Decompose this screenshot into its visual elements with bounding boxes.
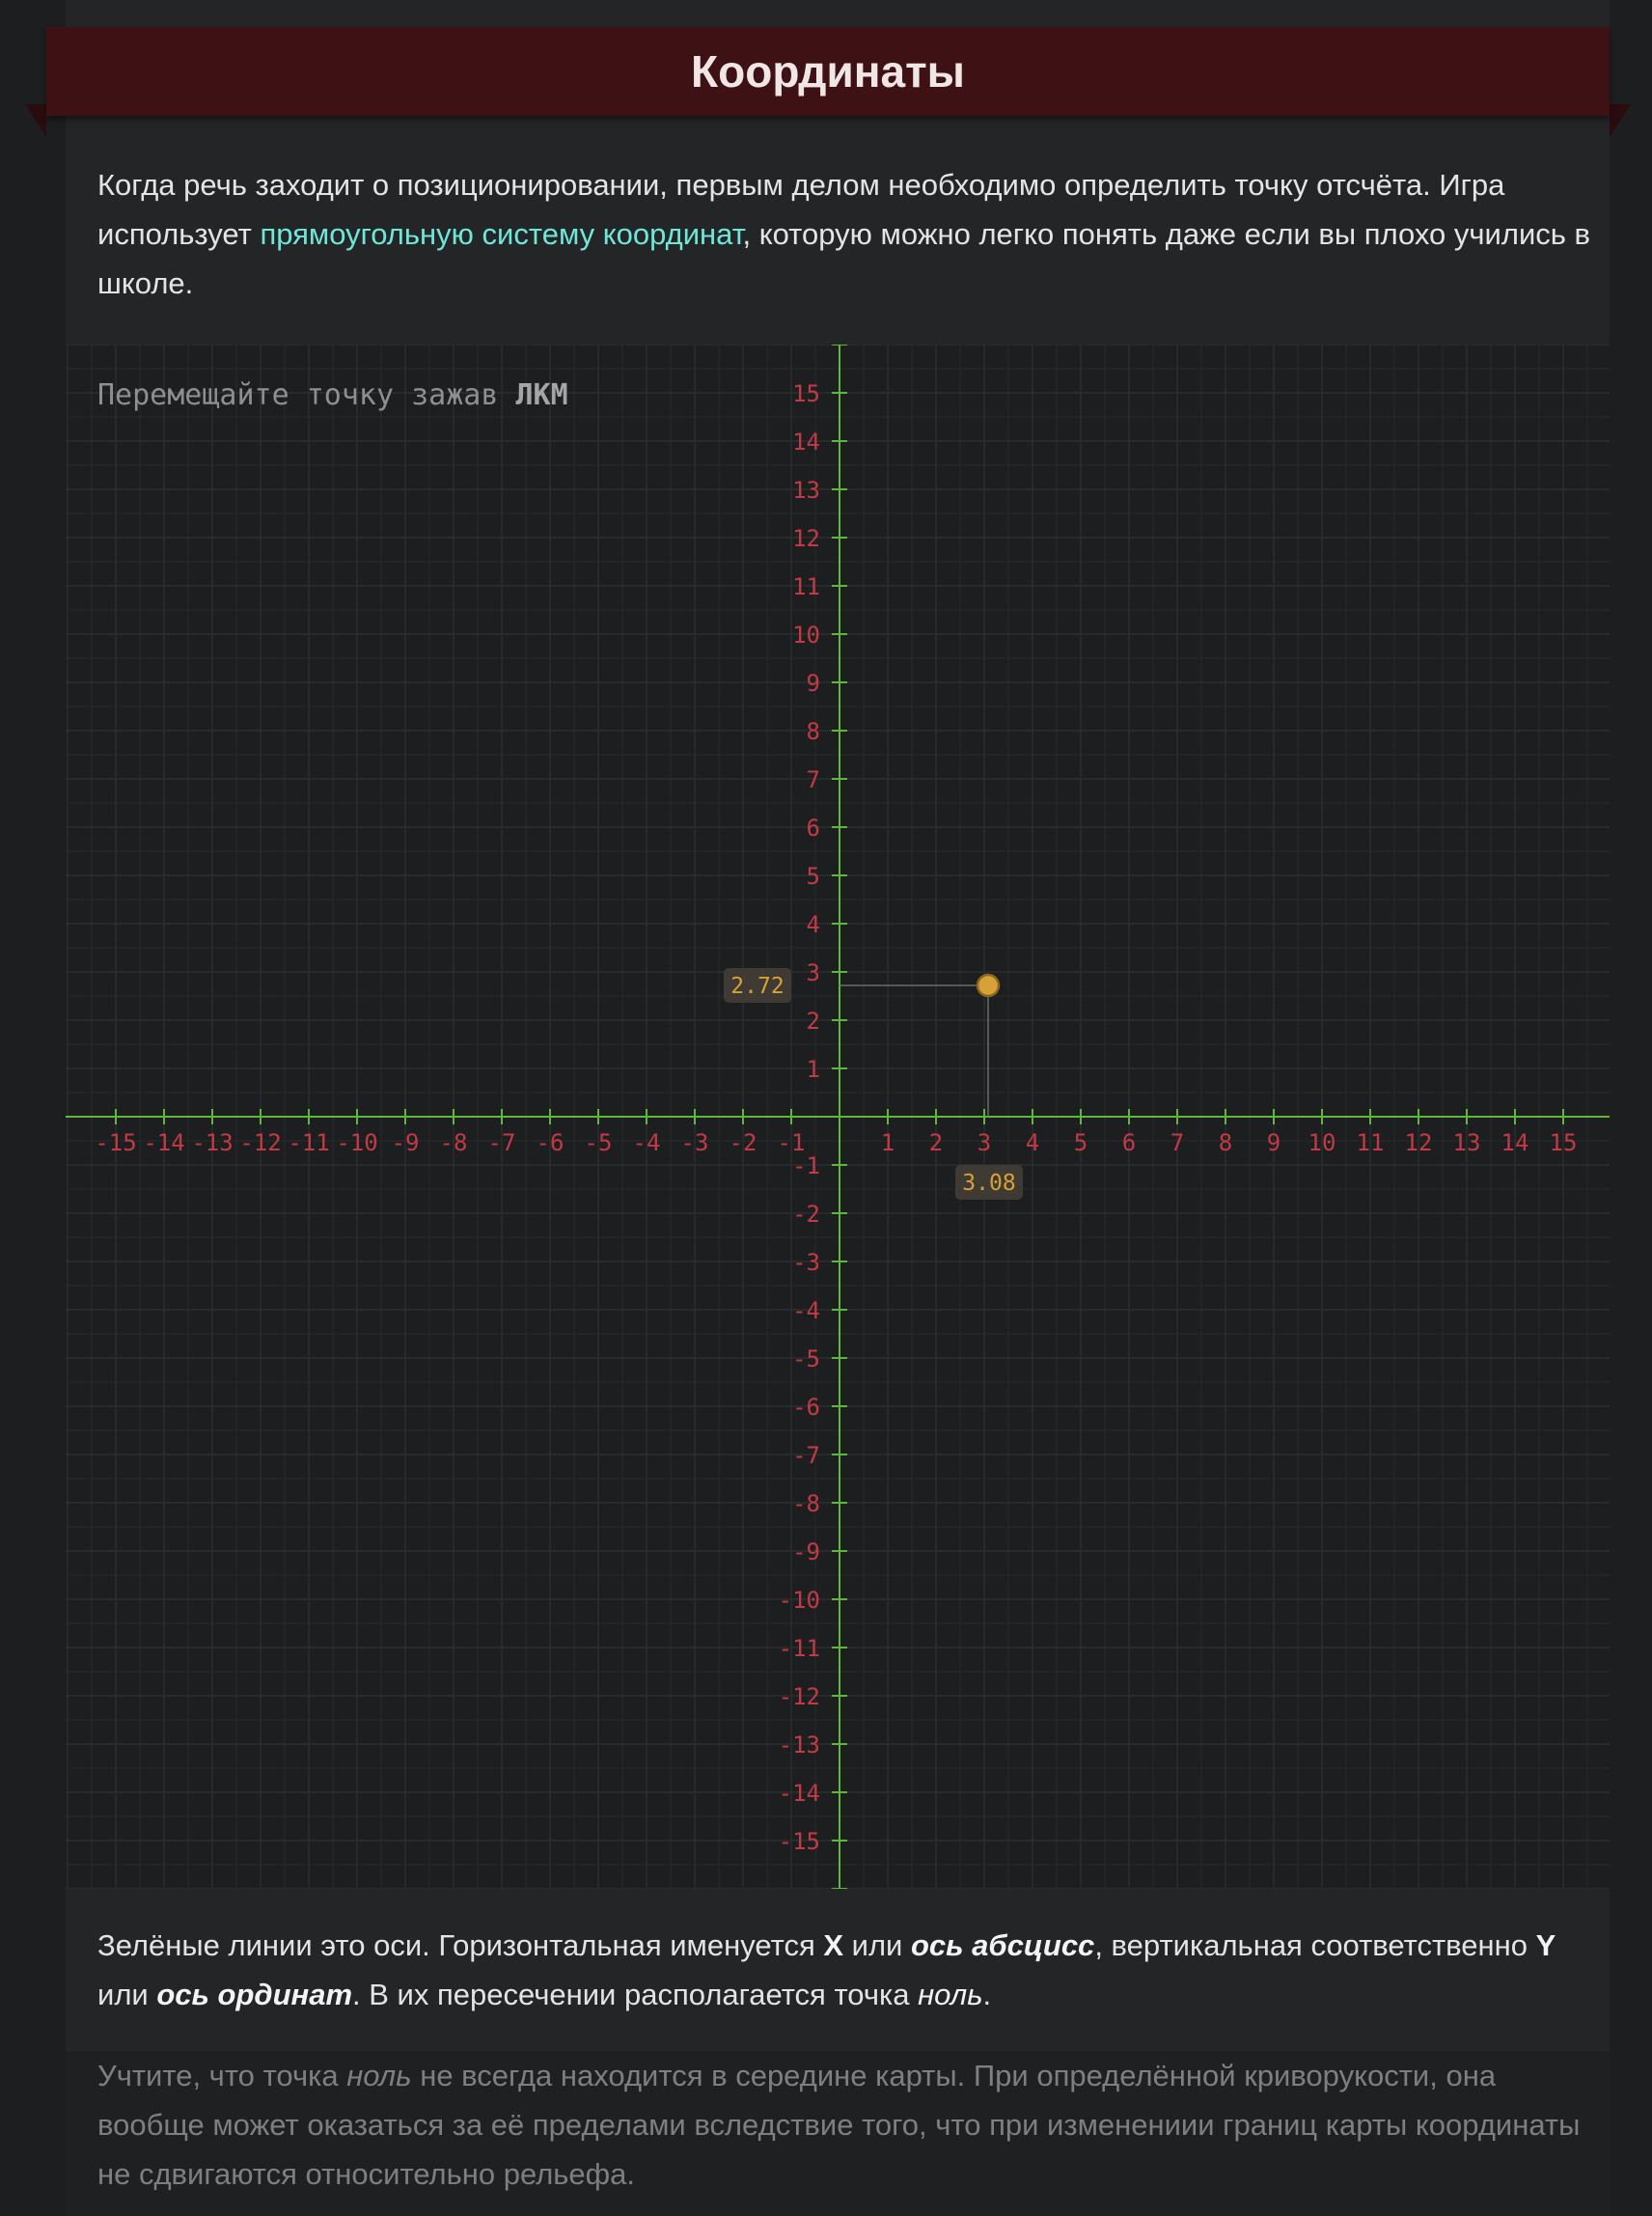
x-tick-label: -5 bbox=[585, 1129, 613, 1156]
x-tick-label: -7 bbox=[488, 1129, 516, 1156]
axes-text-4: или bbox=[97, 1978, 157, 2011]
y-tick-label: 15 bbox=[792, 380, 820, 407]
x-tick-label: -12 bbox=[239, 1129, 281, 1156]
x-tick-label: -4 bbox=[633, 1129, 661, 1156]
y-tick-label: 10 bbox=[792, 622, 820, 649]
note-zero-term: ноль bbox=[346, 2059, 412, 2092]
x-tick-label: -15 bbox=[95, 1129, 136, 1156]
axes-text-5: . В их пересечении располагается точка bbox=[352, 1978, 919, 2011]
coordinate-plane[interactable]: -15 -14 -13 -12 -11 -10 -9 -8 -7 -6 -5 -4 -3 -2 -1 1 2 3 4… bbox=[66, 344, 1612, 1890]
x-tick-label: 1 bbox=[881, 1129, 895, 1156]
axis-y-letter: Y bbox=[1535, 1928, 1556, 1962]
axes-paragraph: Зелёные линии это оси. Горизонтальная им… bbox=[97, 1921, 1603, 2019]
drag-hint-key: ЛКМ bbox=[515, 378, 568, 412]
x-tick-label: -14 bbox=[143, 1129, 184, 1156]
axes-text-1: Зелёные линии это оси. Горизонтальная им… bbox=[97, 1928, 824, 1962]
page-title: Координаты bbox=[691, 46, 965, 97]
x-tick-label: -11 bbox=[288, 1129, 329, 1156]
x-tick-label: 9 bbox=[1267, 1129, 1280, 1156]
coordinate-system-link[interactable]: прямоугольную систему координат bbox=[260, 217, 742, 251]
x-tick-label: 2 bbox=[929, 1129, 943, 1156]
coordinate-plane-svg[interactable]: -15 -14 -13 -12 -11 -10 -9 -8 -7 -6 -5 -4 -3 -2 -1 1 2 3 4… bbox=[66, 344, 1612, 1890]
y-tick-label: -11 bbox=[779, 1635, 820, 1662]
x-tick-label: -8 bbox=[440, 1129, 468, 1156]
x-tick-label: 6 bbox=[1122, 1129, 1136, 1156]
x-tick-label: -2 bbox=[730, 1129, 757, 1156]
y-tick-label: -6 bbox=[792, 1394, 820, 1421]
y-tick-label: -15 bbox=[779, 1828, 820, 1855]
y-tick-label: 11 bbox=[792, 573, 820, 600]
y-tick-label: 14 bbox=[792, 429, 820, 456]
drag-hint-text: Перемещайте точку зажав bbox=[97, 378, 516, 412]
note-paragraph: Учтите, что точка ноль не всегда находит… bbox=[97, 2051, 1603, 2199]
x-tick-label: -3 bbox=[681, 1129, 709, 1156]
x-tick-label: 3 bbox=[977, 1129, 991, 1156]
axis-x-letter: X bbox=[823, 1928, 844, 1962]
x-tick-label: 14 bbox=[1501, 1129, 1529, 1156]
y-tick-label: 4 bbox=[807, 911, 820, 938]
y-tick-label: 1 bbox=[807, 1056, 820, 1083]
y-tick-label: 7 bbox=[807, 766, 820, 793]
drag-hint: Перемещайте точку зажав ЛКМ bbox=[97, 378, 568, 412]
x-tick-label: 11 bbox=[1357, 1129, 1385, 1156]
x-tick-label: 5 bbox=[1074, 1129, 1088, 1156]
y-tick-label: 9 bbox=[807, 670, 820, 697]
y-tick-label: -3 bbox=[792, 1249, 820, 1276]
x-tick-label: 13 bbox=[1453, 1129, 1481, 1156]
note-text-1: Учтите, что точка bbox=[97, 2059, 347, 2092]
y-tick-label: 6 bbox=[807, 815, 820, 842]
y-tick-label: -13 bbox=[779, 1731, 820, 1759]
x-tick-label: -9 bbox=[392, 1129, 420, 1156]
x-tick-label: 15 bbox=[1550, 1129, 1578, 1156]
zero-term: ноль bbox=[918, 1978, 983, 2011]
y-tick-label: 5 bbox=[807, 863, 820, 890]
y-tick-label: -12 bbox=[779, 1683, 820, 1710]
x-tick-label: 7 bbox=[1170, 1129, 1184, 1156]
y-tick-label: 8 bbox=[807, 718, 820, 745]
ribbon-tail-right bbox=[1610, 104, 1631, 137]
y-tick-label: -2 bbox=[792, 1201, 820, 1228]
y-value-label: 2.72 bbox=[730, 974, 784, 999]
axes-text-6: . bbox=[982, 1978, 992, 2011]
intro-paragraph: Когда речь заходит о позиционировании, п… bbox=[97, 160, 1603, 308]
x-tick-label: 8 bbox=[1219, 1129, 1232, 1156]
axes-text-2: или bbox=[843, 1928, 911, 1962]
ordinate-term: ось ординат bbox=[156, 1978, 353, 2011]
y-tick-label: -14 bbox=[779, 1780, 820, 1807]
x-tick-label: 4 bbox=[1026, 1129, 1039, 1156]
axes-text-3: , вертикальная соответственно bbox=[1094, 1928, 1536, 1962]
x-value-label: 3.08 bbox=[962, 1171, 1015, 1196]
y-tick-label: -9 bbox=[792, 1538, 820, 1565]
y-tick-label: -8 bbox=[792, 1490, 820, 1517]
y-tick-label: 13 bbox=[792, 477, 820, 504]
axes bbox=[66, 344, 1610, 1890]
ribbon-tail-left bbox=[25, 104, 46, 137]
x-tick-label: 12 bbox=[1405, 1129, 1433, 1156]
y-tick-label: 3 bbox=[807, 959, 820, 986]
y-tick-label: -7 bbox=[792, 1442, 820, 1469]
draggable-point[interactable] bbox=[976, 973, 1001, 998]
y-tick-label: -1 bbox=[792, 1152, 820, 1179]
y-tick-label: -4 bbox=[792, 1297, 820, 1324]
x-tick-label: -6 bbox=[537, 1129, 564, 1156]
x-tick-label: -10 bbox=[336, 1129, 377, 1156]
y-tick-label: 12 bbox=[792, 525, 820, 552]
abscissa-term: ось абсцисс bbox=[910, 1928, 1095, 1962]
x-tick-label: 10 bbox=[1308, 1129, 1336, 1156]
x-tick-label: -13 bbox=[191, 1129, 233, 1156]
y-tick-label: -10 bbox=[779, 1587, 820, 1614]
y-tick-label: 2 bbox=[807, 1008, 820, 1035]
y-tick-label: -5 bbox=[792, 1345, 820, 1372]
